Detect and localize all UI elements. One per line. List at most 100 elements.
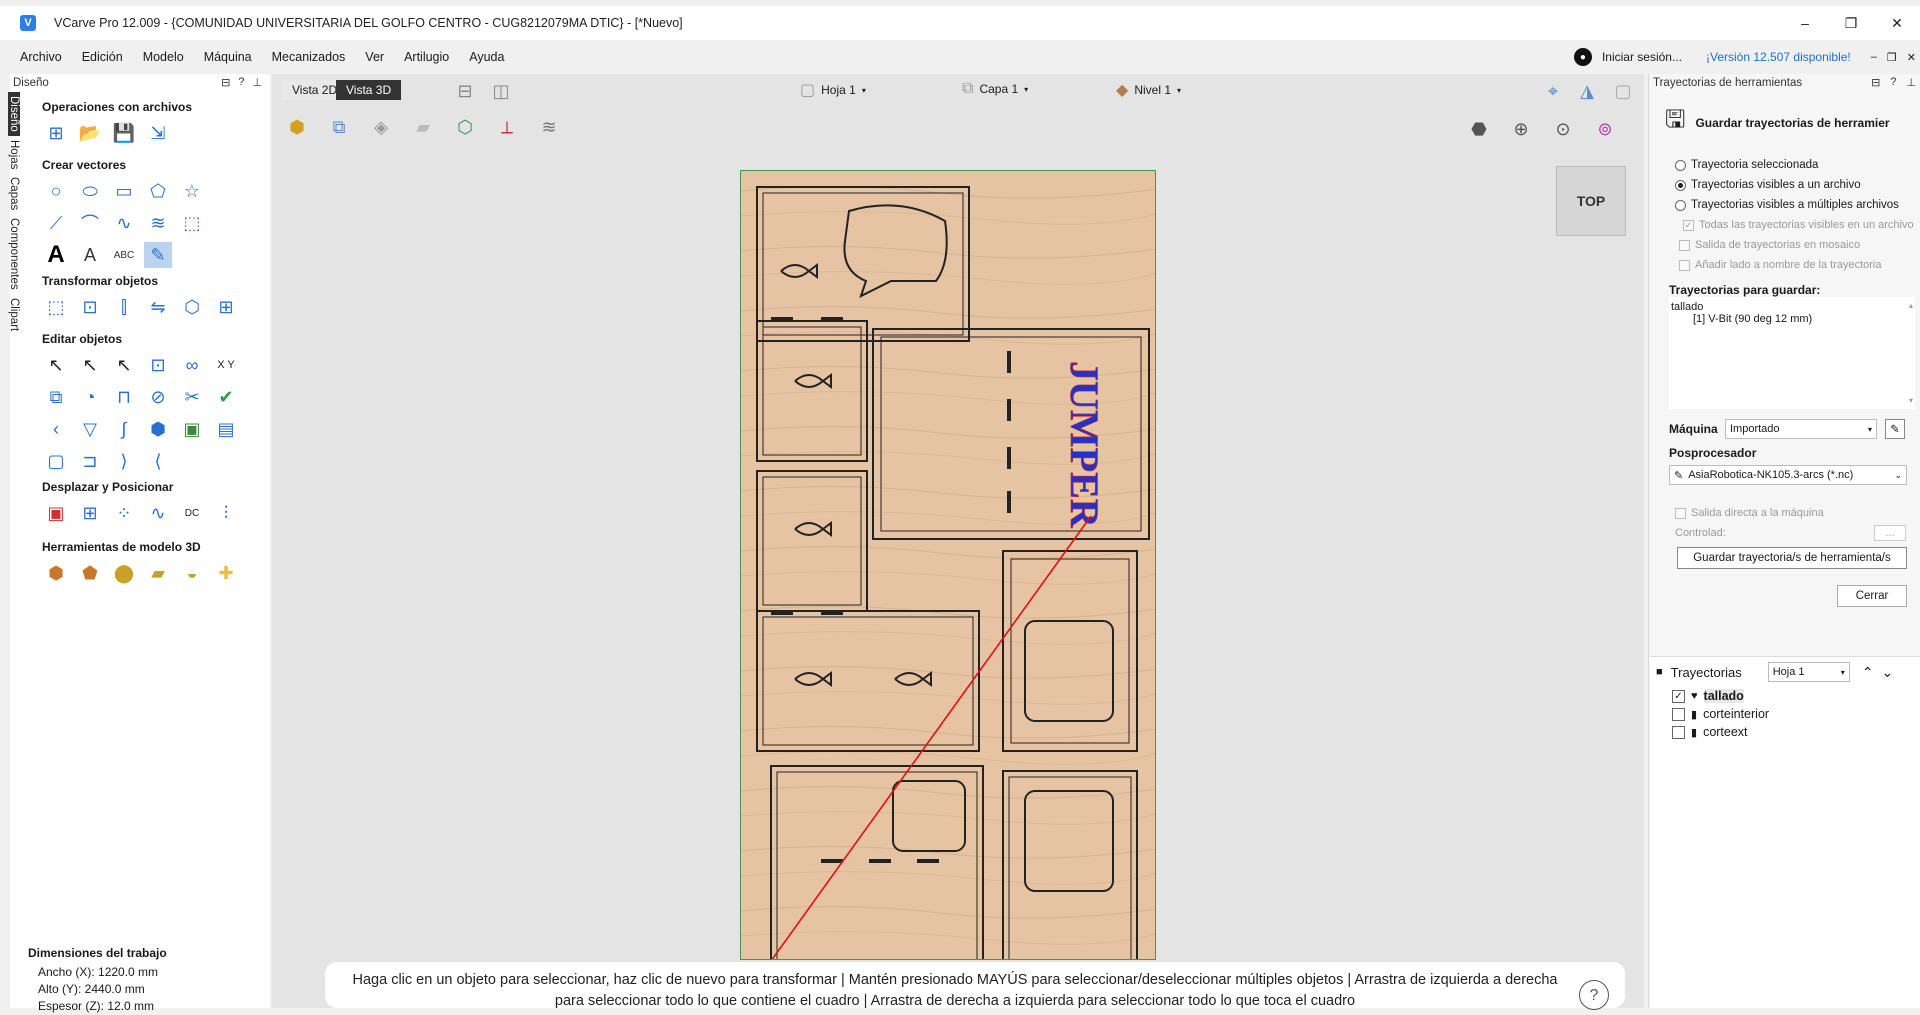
abc-layout-icon[interactable]: DC <box>178 500 206 526</box>
distort-icon[interactable]: ⬡ <box>178 294 206 320</box>
menu-archivo[interactable]: Archivo <box>10 50 72 64</box>
curve-icon[interactable]: ∿ <box>110 210 138 236</box>
save-toolpaths-button[interactable]: Guardar trayectoria/s de herramienta/s <box>1677 547 1907 569</box>
bitmap-icon[interactable]: ▣ <box>178 416 206 442</box>
model-merge-icon[interactable]: ⬟ <box>76 560 104 586</box>
rectangle-icon[interactable]: ▭ <box>110 178 138 204</box>
select-icon[interactable]: ↖ <box>42 352 70 378</box>
model-sheet-icon[interactable]: ▰ <box>144 560 172 586</box>
view-cube-icon[interactable]: ⬣ <box>1466 116 1492 142</box>
polygon-icon[interactable]: ⬠ <box>144 178 172 204</box>
fit-view-icon[interactable]: ▢ <box>1610 78 1636 104</box>
rounded-rect-icon[interactable]: ▢ <box>42 448 70 474</box>
import-icon[interactable]: ⇲ <box>144 120 172 146</box>
toolpaths-to-save-list[interactable]: tallado [1] V-Bit (90 deg 12 mm) ▴ ▾ <box>1669 297 1915 409</box>
close-window-button[interactable]: ✕ <box>1874 6 1920 40</box>
close-button[interactable]: Cerrar <box>1837 585 1907 607</box>
components-icon[interactable]: ⧉ <box>326 114 352 140</box>
panel-restore-icon[interactable]: ❐ <box>1887 51 1897 64</box>
model-cube-icon[interactable]: ⬢ <box>42 560 70 586</box>
login-link[interactable]: Iniciar sesión... <box>1602 50 1682 64</box>
tab-clipart[interactable]: Clipart <box>8 294 20 335</box>
menu-edicion[interactable]: Edición <box>72 50 133 64</box>
chamfer-icon[interactable]: ▽ <box>76 416 104 442</box>
zoom-fit-icon[interactable]: ⊙ <box>1550 116 1576 142</box>
radio-button[interactable] <box>1675 179 1686 191</box>
toolpath-item[interactable]: ▮ corteinterior <box>1650 705 1920 723</box>
text-on-curve-icon[interactable]: A <box>76 242 104 268</box>
tab-capas[interactable]: Capas <box>8 173 20 214</box>
help-circle-icon[interactable]: ? <box>1579 980 1609 1010</box>
offset-icon[interactable]: ⧉ <box>42 384 70 410</box>
shaded-icon[interactable]: ◈ <box>368 114 394 140</box>
fillet-corner-icon[interactable]: ⬢ <box>144 416 172 442</box>
shapes-icon[interactable]: ◮ <box>1574 78 1600 104</box>
smooth-icon[interactable]: ⟩ <box>110 448 138 474</box>
layer-dropdown[interactable]: ⧉ Capa 1 ▾ <box>962 80 1028 98</box>
trace-bitmap-icon[interactable]: ▤ <box>212 416 240 442</box>
help-icon[interactable]: ? <box>238 76 244 89</box>
help-icon[interactable]: ? <box>1890 76 1896 89</box>
nest-icon[interactable]: ⁘ <box>110 500 138 526</box>
zoom-box-icon[interactable]: ⊕ <box>1508 116 1534 142</box>
minimize-button[interactable]: – <box>1782 6 1828 40</box>
toolpath-item[interactable]: ▮ corteext <box>1650 723 1920 741</box>
draw-tool-icon[interactable]: ✎ <box>144 242 172 268</box>
subtract-icon[interactable]: ◔ <box>76 384 104 410</box>
menu-artilugio[interactable]: Artilugio <box>394 50 459 64</box>
trim-icon[interactable]: ⊘ <box>144 384 172 410</box>
scale-icon[interactable]: ⊡ <box>76 294 104 320</box>
menu-modelo[interactable]: Modelo <box>133 50 194 64</box>
menu-mecanizados[interactable]: Mecanizados <box>262 50 356 64</box>
panel-pin-icon[interactable]: ⊟ <box>1871 76 1880 89</box>
transform-select-icon[interactable]: ↖ <box>110 352 138 378</box>
edit-machine-button[interactable]: ✎ <box>1885 419 1905 439</box>
star-icon[interactable]: ☆ <box>178 178 206 204</box>
scissors-icon[interactable]: ✂ <box>178 384 206 410</box>
text-icon[interactable]: A <box>42 241 70 268</box>
tray-sheet-select[interactable]: Hoja 1 ▾ <box>1767 662 1850 682</box>
mirror-icon[interactable]: ⇋ <box>144 294 172 320</box>
angle-icon[interactable]: ⟨ <box>144 448 172 474</box>
split-horizontal-icon[interactable]: ⊟ <box>452 78 478 104</box>
move-down-icon[interactable]: ⌄ <box>1881 664 1893 681</box>
scroll-up-icon[interactable]: ▴ <box>1909 301 1913 310</box>
path-array-icon[interactable]: ∿ <box>144 500 172 526</box>
view-cube[interactable]: TOP <box>1556 166 1626 236</box>
save-file-icon[interactable]: 💾 <box>110 120 138 146</box>
tab-diseno[interactable]: Diseño <box>8 92 20 136</box>
toolpath-checkbox[interactable] <box>1672 725 1685 739</box>
model-dome-icon[interactable]: ◒ <box>178 560 206 586</box>
fillet-icon[interactable]: ‹ <box>42 416 70 442</box>
panel-pin-icon[interactable]: ⊟ <box>221 76 230 89</box>
model-add-icon[interactable]: ✚ <box>212 560 240 586</box>
node-edit-icon[interactable]: ↖ <box>76 352 104 378</box>
tab-componentes[interactable]: Componentes <box>8 214 20 294</box>
plane-icon[interactable]: ▰ <box>410 114 436 140</box>
join-icon[interactable]: ⊐ <box>76 448 104 474</box>
auto-layout-text-icon[interactable]: ABC <box>110 242 138 268</box>
polyline-icon[interactable]: ⟋ <box>42 210 70 236</box>
tab-hojas[interactable]: Hojas <box>8 136 20 173</box>
maximize-button[interactable]: ❐ <box>1828 6 1874 40</box>
array-icon[interactable]: ⊞ <box>212 294 240 320</box>
radio-button[interactable] <box>1675 159 1686 171</box>
autohide-icon[interactable]: ⊥ <box>1906 76 1916 89</box>
radio-visible-multiple-files[interactable]: Trayectorias visibles a múltiples archiv… <box>1649 195 1920 215</box>
circle-icon[interactable]: ○ <box>42 178 70 204</box>
panel-minimize-icon[interactable]: – <box>1871 51 1877 63</box>
menu-ayuda[interactable]: Ayuda <box>459 50 514 64</box>
wave-icon[interactable]: ≋ <box>144 210 172 236</box>
axes-icon[interactable]: ⟂ <box>494 114 520 140</box>
set-origin-icon[interactable]: ▣ <box>42 500 70 526</box>
radio-selected-toolpath[interactable]: Trayectoria seleccionada <box>1649 155 1920 175</box>
align-icon[interactable]: ⫿ <box>110 294 138 320</box>
toolpath-item[interactable]: ✓ ♥ tallado <box>1650 687 1920 705</box>
model-cylinder-icon[interactable]: ⬤ <box>110 560 138 586</box>
material-icon[interactable]: ⬢ <box>284 114 310 140</box>
menu-ver[interactable]: Ver <box>355 50 394 64</box>
open-file-icon[interactable]: 📂 <box>76 120 104 146</box>
toolpath-checkbox[interactable]: ✓ <box>1672 689 1685 703</box>
toolpath-lines-icon[interactable]: ≋ <box>536 114 562 140</box>
user-avatar-icon[interactable]: ● <box>1573 48 1592 66</box>
